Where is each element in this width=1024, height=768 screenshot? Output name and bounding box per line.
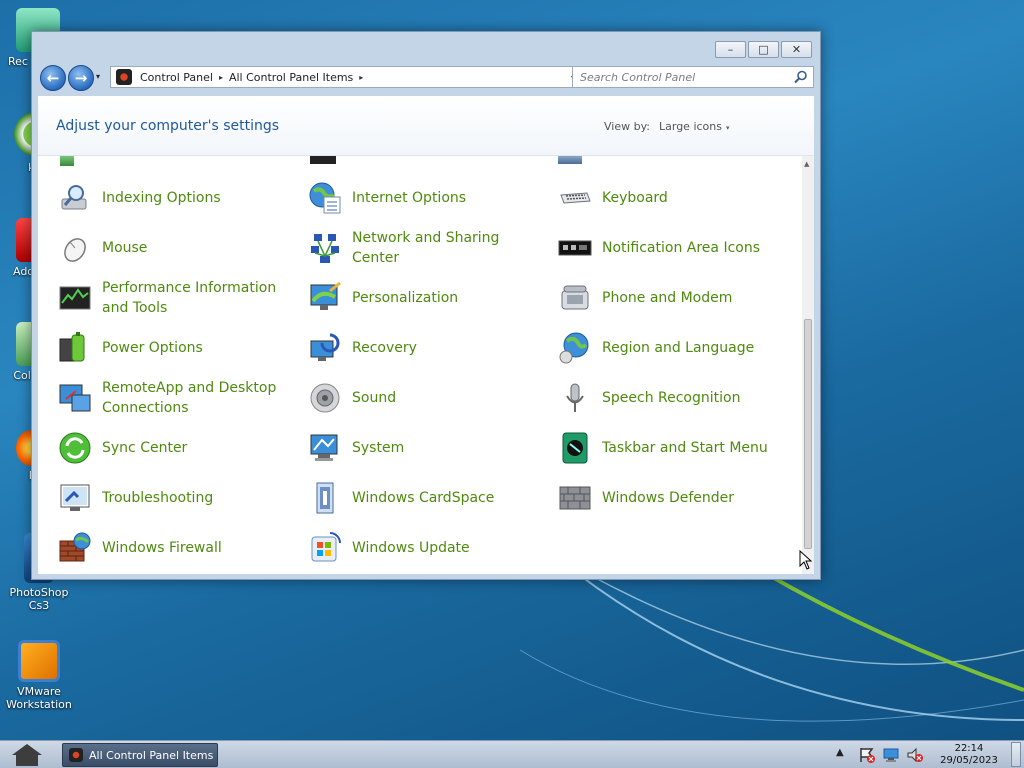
microphone-icon bbox=[566, 383, 584, 412]
firewall-icon bbox=[59, 532, 91, 562]
minimize-button[interactable]: – bbox=[715, 41, 746, 58]
item-troubleshooting[interactable]: Troubleshooting bbox=[46, 474, 294, 522]
item-notification-area-icons[interactable]: Notification Area Icons bbox=[546, 224, 794, 272]
address-bar[interactable]: Control Panel ▸ All Control Panel Items … bbox=[110, 66, 600, 88]
item-windows-update[interactable]: Windows Update bbox=[296, 524, 544, 572]
power-icon bbox=[59, 332, 85, 362]
control-panel-icon bbox=[116, 69, 132, 85]
search-input[interactable]: Search Control Panel bbox=[573, 71, 793, 84]
vmware-icon bbox=[18, 640, 60, 682]
action-center-flag-icon[interactable] bbox=[858, 746, 876, 764]
control-panel-icon bbox=[69, 748, 83, 762]
taskbar-button-control-panel[interactable]: All Control Panel Items bbox=[62, 743, 218, 767]
indexing-icon bbox=[61, 185, 87, 210]
item-performance-info[interactable]: Performance Information and Tools bbox=[46, 274, 294, 322]
breadcrumb-control-panel[interactable]: Control Panel bbox=[140, 71, 213, 84]
forward-button[interactable]: → bbox=[68, 65, 94, 91]
page-header: Adjust your computer's settings View by:… bbox=[38, 96, 814, 156]
back-button[interactable]: ← bbox=[40, 65, 66, 91]
item-mouse[interactable]: Mouse bbox=[46, 224, 294, 272]
internet-options-icon bbox=[309, 182, 341, 214]
sound-icon bbox=[310, 383, 340, 413]
partial-item-icon bbox=[558, 156, 582, 164]
phone-icon bbox=[561, 285, 589, 310]
scroll-thumb[interactable] bbox=[804, 319, 812, 549]
clock-date: 29/05/2023 bbox=[940, 755, 998, 766]
partial-item-icon bbox=[310, 156, 336, 164]
close-button[interactable]: ✕ bbox=[781, 41, 812, 58]
vertical-scrollbar[interactable]: ▲ bbox=[802, 156, 814, 574]
page-title: Adjust your computer's settings bbox=[56, 118, 280, 134]
sync-icon bbox=[59, 432, 91, 464]
remoteapp-icon bbox=[59, 384, 91, 412]
item-personalization[interactable]: Personalization bbox=[296, 274, 544, 322]
view-by-dropdown[interactable]: Large icons ▾ bbox=[659, 120, 730, 133]
recovery-icon bbox=[310, 333, 340, 361]
windows-update-icon bbox=[311, 532, 341, 562]
item-windows-defender[interactable]: Windows Defender bbox=[546, 474, 794, 522]
item-sync-center[interactable]: Sync Center bbox=[46, 424, 294, 472]
item-system[interactable]: System bbox=[296, 424, 544, 472]
mouse-cursor-icon bbox=[799, 550, 813, 570]
mouse-icon bbox=[64, 238, 86, 262]
chevron-down-icon: ▾ bbox=[725, 124, 730, 132]
item-internet-options[interactable]: Internet Options bbox=[296, 174, 544, 222]
taskbar: All Control Panel Items ▲ 22:14 29/05/20… bbox=[0, 740, 1024, 768]
item-indexing-options[interactable]: Indexing Options bbox=[46, 174, 294, 222]
taskbar-button-label: All Control Panel Items bbox=[89, 748, 214, 762]
content-pane: Adjust your computer's settings View by:… bbox=[38, 96, 814, 574]
personalization-icon bbox=[310, 281, 341, 310]
search-icon[interactable] bbox=[793, 69, 809, 85]
recent-pages-dropdown[interactable]: ▾ bbox=[96, 72, 100, 81]
breadcrumb-all-items[interactable]: All Control Panel Items bbox=[229, 71, 353, 84]
item-phone-modem[interactable]: Phone and Modem bbox=[546, 274, 794, 322]
network-icon bbox=[311, 234, 339, 263]
show-desktop-button[interactable] bbox=[1011, 742, 1021, 767]
show-hidden-icons-button[interactable]: ▲ bbox=[836, 747, 844, 758]
troubleshooting-icon bbox=[60, 484, 90, 511]
cardspace-icon bbox=[316, 482, 334, 514]
view-by-value: Large icons bbox=[659, 120, 722, 133]
search-box[interactable]: Search Control Panel bbox=[572, 66, 814, 88]
item-sound[interactable]: Sound bbox=[296, 374, 544, 422]
notification-icon bbox=[558, 240, 592, 256]
item-keyboard[interactable]: Keyboard bbox=[546, 174, 794, 222]
item-power-options[interactable]: Power Options bbox=[46, 324, 294, 372]
breadcrumb-separator-icon[interactable]: ▸ bbox=[219, 73, 223, 82]
item-region-language[interactable]: Region and Language bbox=[546, 324, 794, 372]
view-by-label: View by: bbox=[604, 120, 650, 133]
navigation-toolbar: ← → ▾ Control Panel ▸ All Control Panel … bbox=[38, 65, 814, 91]
volume-muted-icon[interactable] bbox=[906, 746, 924, 764]
partial-item-icon bbox=[60, 156, 74, 166]
system-icon bbox=[310, 434, 338, 461]
defender-icon bbox=[559, 486, 591, 510]
control-panel-window[interactable]: – □ ✕ ← → ▾ Control Panel ▸ All Control … bbox=[31, 31, 821, 580]
item-speech-recognition[interactable]: Speech Recognition bbox=[546, 374, 794, 422]
item-windows-firewall[interactable]: Windows Firewall bbox=[46, 524, 294, 572]
item-taskbar-start-menu[interactable]: Taskbar and Start Menu bbox=[546, 424, 794, 472]
scroll-up-icon[interactable]: ▲ bbox=[804, 160, 809, 168]
region-icon bbox=[559, 332, 589, 364]
item-network-sharing[interactable]: Network and Sharing Center bbox=[296, 224, 544, 272]
maximize-button[interactable]: □ bbox=[748, 41, 779, 58]
item-windows-cardspace[interactable]: Windows CardSpace bbox=[296, 474, 544, 522]
start-button[interactable] bbox=[8, 743, 46, 767]
breadcrumb-separator-icon[interactable]: ▸ bbox=[359, 73, 363, 82]
performance-icon bbox=[59, 286, 91, 310]
control-panel-items: Indexing Options Internet Options Keyboa… bbox=[38, 156, 798, 574]
system-clock[interactable]: 22:14 29/05/2023 bbox=[934, 743, 1004, 767]
item-remoteapp[interactable]: RemoteApp and Desktop Connections bbox=[46, 374, 294, 422]
desktop-icon-vmware[interactable]: VMware Workstation bbox=[1, 640, 77, 711]
item-recovery[interactable]: Recovery bbox=[296, 324, 544, 372]
taskbar-icon bbox=[562, 432, 588, 464]
keyboard-icon bbox=[560, 192, 591, 204]
clock-time: 22:14 bbox=[954, 743, 984, 754]
network-tray-icon[interactable] bbox=[882, 746, 900, 764]
